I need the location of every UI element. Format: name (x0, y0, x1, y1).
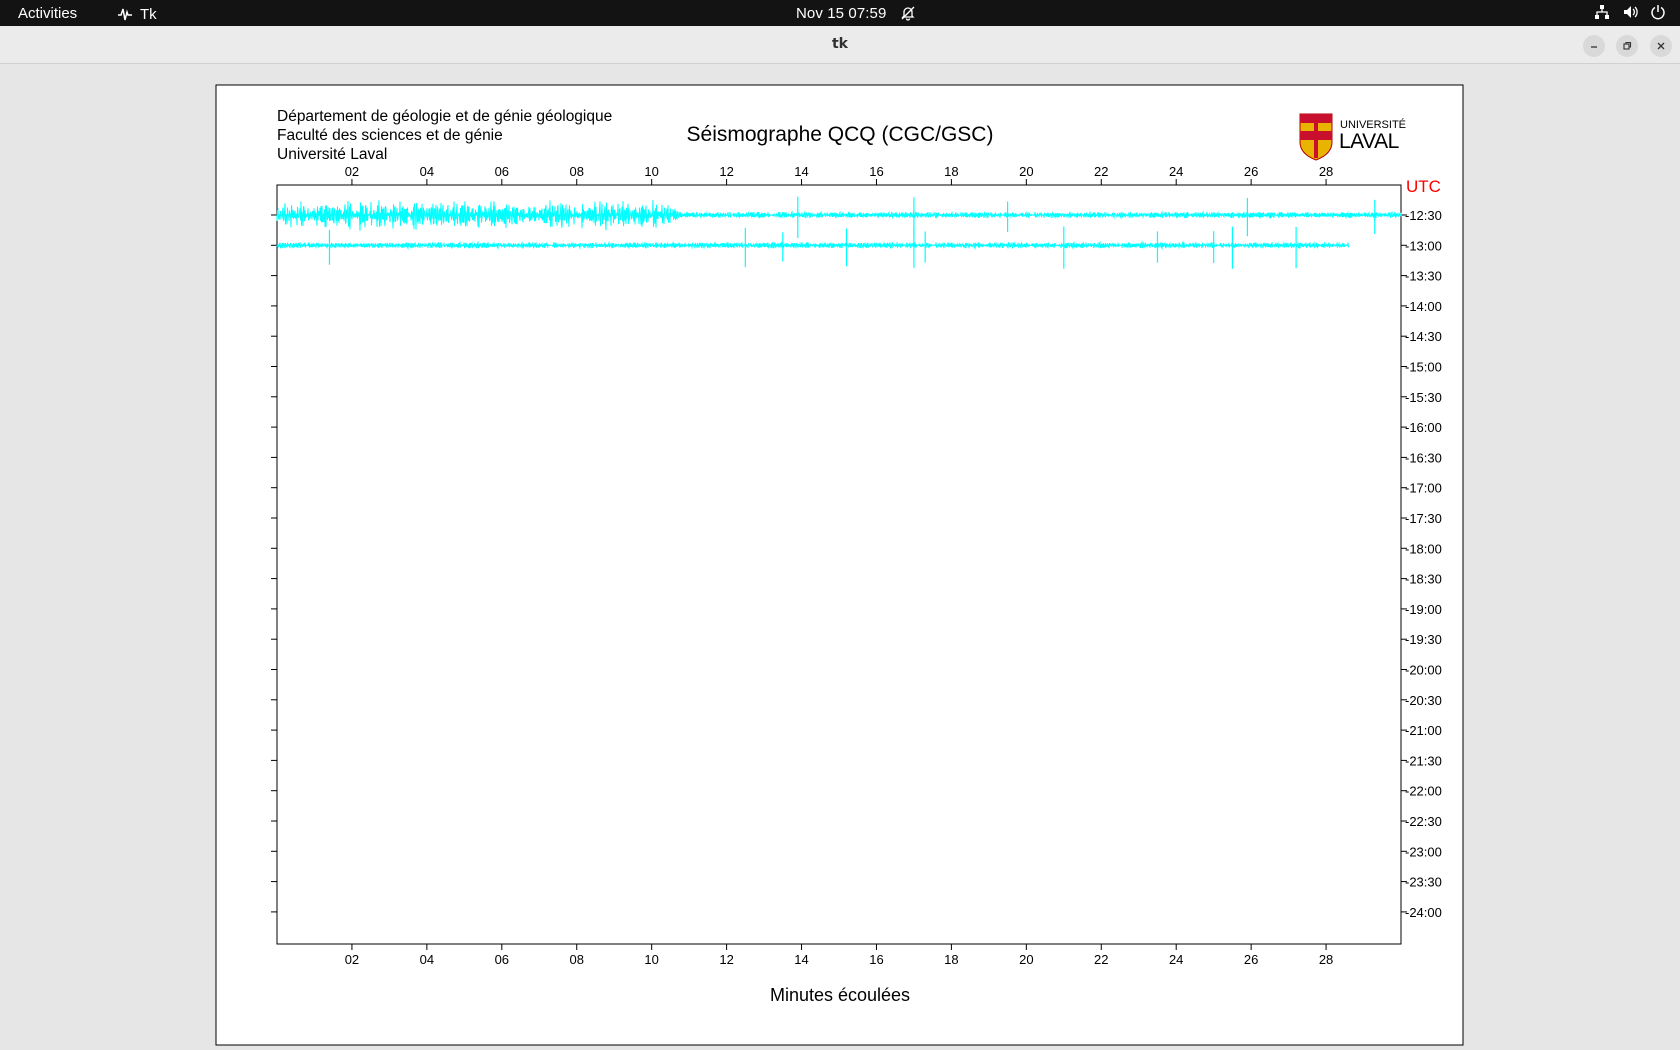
seismograph-canvas[interactable]: Département de géologie et de génie géol… (0, 64, 1680, 1050)
x-tick-label-bottom-04: 04 (420, 952, 434, 967)
y-tick-label-22:30: -22:30 (1405, 814, 1442, 829)
x-tick-label-top-06: 06 (495, 164, 509, 179)
x-tick-label-bottom-14: 14 (794, 952, 808, 967)
y-tick-label-16:30: -16:30 (1405, 450, 1442, 465)
x-tick-label-top-02: 02 (345, 164, 359, 179)
x-tick-label-top-14: 14 (794, 164, 808, 179)
y-tick-label-18:00: -18:00 (1405, 541, 1442, 556)
top-bar: Activities Tk Nov 15 07:59 (0, 0, 1680, 26)
department-label: Département de géologie et de génie géol… (277, 108, 612, 125)
x-tick-label-bottom-12: 12 (719, 952, 733, 967)
clock[interactable]: Nov 15 07:59 (796, 5, 886, 22)
y-tick-label-20:00: -20:00 (1405, 663, 1442, 678)
y-tick-label-18:30: -18:30 (1405, 572, 1442, 587)
minimize-icon (1591, 46, 1597, 48)
x-tick-label-top-16: 16 (869, 164, 883, 179)
y-tick-label-23:30: -23:30 (1405, 875, 1442, 890)
y-tick-label-21:30: -21:30 (1405, 753, 1442, 768)
x-tick-label-bottom-28: 28 (1319, 952, 1333, 967)
y-tick-label-13:30: -13:30 (1405, 269, 1442, 284)
tk-app-icon (118, 8, 132, 21)
x-tick-label-bottom-20: 20 (1019, 952, 1033, 967)
y-tick-label-22:00: -22:00 (1405, 784, 1442, 799)
x-tick-label-top-24: 24 (1169, 164, 1183, 179)
y-tick-label-14:00: -14:00 (1405, 299, 1442, 314)
x-tick-label-bottom-10: 10 (644, 952, 658, 967)
x-tick-label-top-10: 10 (644, 164, 658, 179)
x-tick-label-top-22: 22 (1094, 164, 1108, 179)
close-icon (1657, 42, 1665, 50)
y-tick-label-15:00: -15:00 (1405, 360, 1442, 375)
y-tick-label-19:00: -19:00 (1405, 602, 1442, 617)
y-tick-label-17:00: -17:00 (1405, 481, 1442, 496)
window-title: tk (831, 36, 848, 52)
y-tick-label-23:00: -23:00 (1405, 844, 1442, 859)
x-tick-label-top-04: 04 (420, 164, 434, 179)
y-tick-label-20:30: -20:30 (1405, 693, 1442, 708)
y-tick-label-15:30: -15:30 (1405, 390, 1442, 405)
y-tick-label-13:00: -13:00 (1405, 238, 1442, 253)
network-icon[interactable] (1594, 4, 1610, 20)
volume-icon[interactable] (1622, 4, 1638, 20)
x-tick-label-bottom-16: 16 (869, 952, 883, 967)
system-tray[interactable] (1594, 4, 1666, 20)
restore-button[interactable] (1616, 35, 1638, 57)
restore-icon (1623, 41, 1632, 50)
x-tick-label-bottom-06: 06 (495, 952, 509, 967)
window-titlebar[interactable]: tk (0, 26, 1680, 64)
logo-text-laval: LAVAL (1339, 130, 1399, 153)
x-tick-label-bottom-18: 18 (944, 952, 958, 967)
chart-title: Séismographe QCQ (CGC/GSC) (687, 123, 994, 146)
university-label: Université Laval (277, 146, 387, 163)
tk-canvas-area: Département de géologie et de génie géol… (0, 64, 1680, 1050)
y-tick-label-16:00: -16:00 (1405, 420, 1442, 435)
y-tick-label-19:30: -19:30 (1405, 632, 1442, 647)
notifications-off-icon[interactable] (900, 5, 916, 21)
minimize-button[interactable] (1583, 35, 1605, 57)
x-tick-label-top-08: 08 (569, 164, 583, 179)
x-tick-label-bottom-02: 02 (345, 952, 359, 967)
x-tick-label-bottom-22: 22 (1094, 952, 1108, 967)
x-tick-label-bottom-08: 08 (569, 952, 583, 967)
faculty-label: Faculté des sciences et de génie (277, 127, 503, 144)
utc-label: UTC (1406, 177, 1441, 196)
y-tick-label-21:00: -21:00 (1405, 723, 1442, 738)
y-tick-label-12:30: -12:30 (1405, 208, 1442, 223)
x-tick-label-top-20: 20 (1019, 164, 1033, 179)
x-tick-label-bottom-24: 24 (1169, 952, 1183, 967)
y-tick-label-24:00: -24:00 (1405, 905, 1442, 920)
app-menu-tk[interactable]: Tk (116, 4, 157, 24)
x-axis-label: Minutes écoulées (770, 985, 910, 1005)
x-tick-label-top-26: 26 (1244, 164, 1258, 179)
x-tick-label-top-12: 12 (719, 164, 733, 179)
x-tick-label-bottom-26: 26 (1244, 952, 1258, 967)
paper-background (215, 84, 1464, 1046)
power-icon[interactable] (1650, 4, 1666, 20)
y-tick-label-17:30: -17:30 (1405, 511, 1442, 526)
x-tick-label-top-28: 28 (1319, 164, 1333, 179)
y-tick-label-14:30: -14:30 (1405, 329, 1442, 344)
close-button[interactable] (1650, 35, 1672, 57)
activities-button[interactable]: Activities (18, 5, 77, 22)
x-tick-label-top-18: 18 (944, 164, 958, 179)
app-name-label: Tk (140, 5, 157, 23)
